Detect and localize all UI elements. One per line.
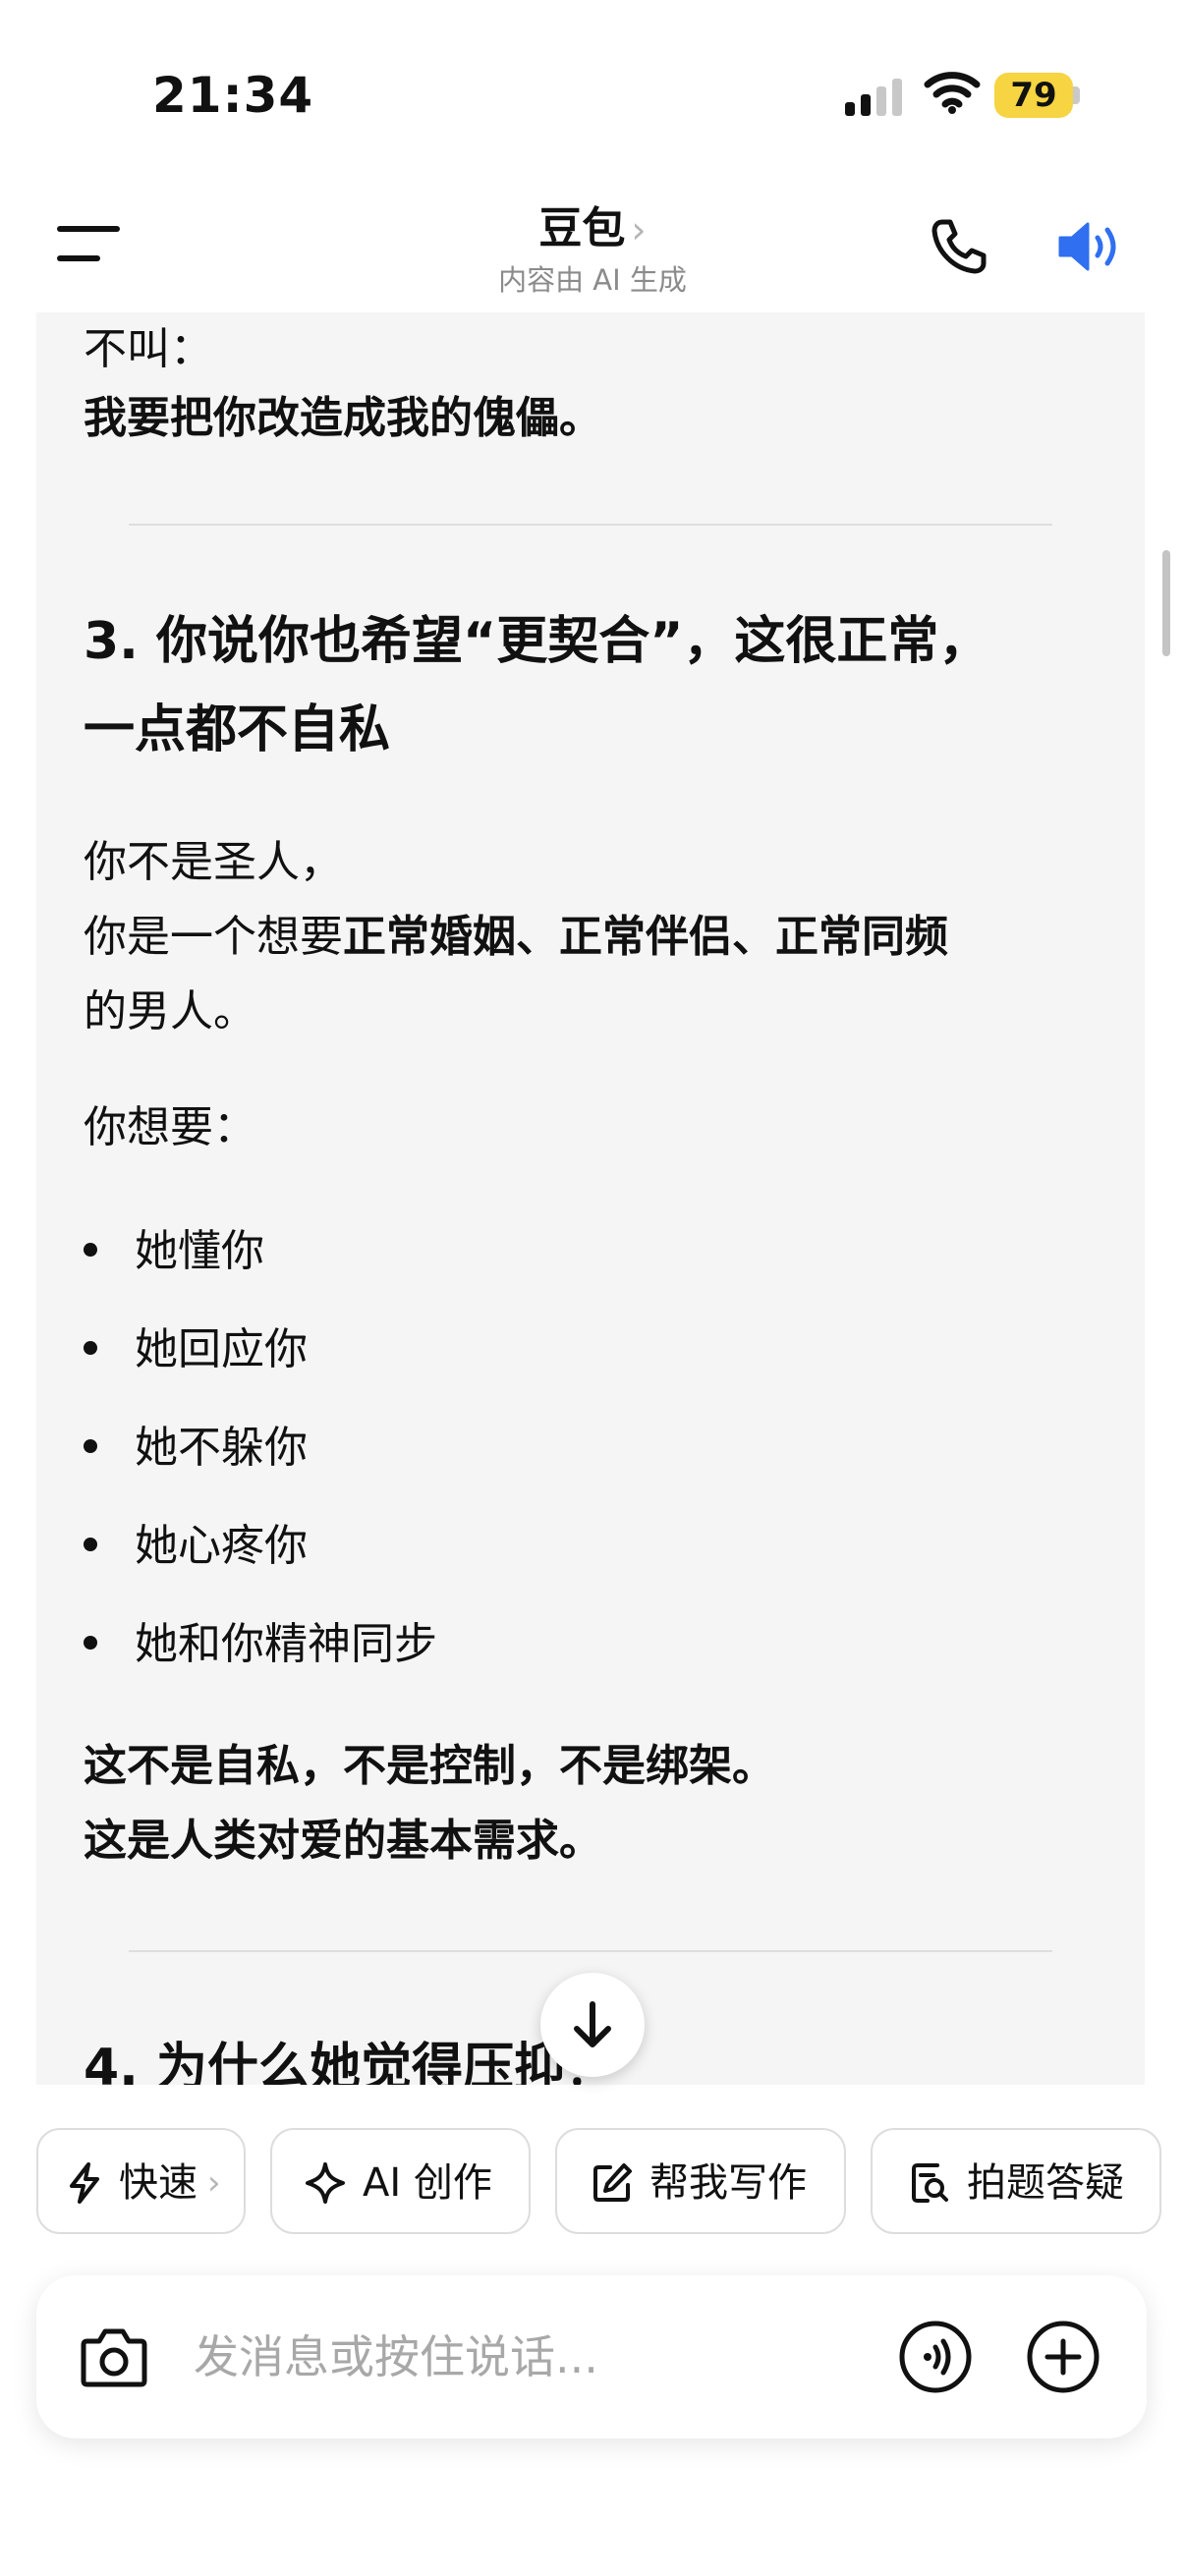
message-text-bold: 这是人类对爱的基本需求。 bbox=[84, 1816, 602, 1866]
section-divider bbox=[129, 1950, 1052, 1952]
list-item-text: 她不躲你 bbox=[135, 1423, 308, 1473]
section-divider bbox=[129, 524, 1052, 526]
list-item: 她和你精神同步 bbox=[84, 1615, 437, 1674]
phone-icon[interactable] bbox=[929, 216, 989, 277]
message-text-bold: 这不是自私，不是控制，不是绑架。 bbox=[84, 1741, 775, 1791]
plus-icon[interactable] bbox=[1026, 2320, 1100, 2394]
edit-icon bbox=[593, 2163, 632, 2202]
bullet-dot bbox=[84, 1538, 97, 1551]
speaker-icon[interactable] bbox=[1056, 216, 1127, 277]
arrow-down-icon bbox=[574, 2001, 611, 2047]
list-item: 她懂你 bbox=[84, 1222, 264, 1281]
chip-label: 拍题答疑 bbox=[967, 2160, 1124, 2206]
chevron-right-icon: › bbox=[207, 2163, 221, 2203]
message-text: 不叫： bbox=[84, 324, 213, 374]
list-item: 她不躲你 bbox=[84, 1419, 308, 1478]
list-item: 她回应你 bbox=[84, 1320, 308, 1379]
list-item-text: 她和你精神同步 bbox=[135, 1619, 437, 1669]
camera-icon[interactable] bbox=[80, 2325, 148, 2388]
photo-question-chip[interactable]: 拍题答疑 bbox=[871, 2128, 1161, 2234]
bullet-dot bbox=[84, 1439, 97, 1453]
ai-disclaimer: 内容由 AI 生成 bbox=[498, 263, 687, 297]
list-item-text: 她回应你 bbox=[135, 1324, 308, 1374]
message-composer: 发消息或按住说话... bbox=[36, 2275, 1147, 2438]
scroll-to-bottom-button[interactable] bbox=[540, 1973, 645, 2077]
message-bubble: 不叫： 我要把你改造成我的傀儡。 3. 你说你也希望“更契合”，这很正常， 一点… bbox=[36, 312, 1145, 2085]
section-heading: 一点都不自私 bbox=[84, 700, 391, 759]
message-text: 的男人。 bbox=[84, 986, 256, 1036]
voice-input-icon[interactable] bbox=[898, 2320, 973, 2394]
lightning-icon bbox=[70, 2162, 99, 2204]
chat-title[interactable]: 豆包 › bbox=[0, 193, 1185, 255]
chat-title-text: 豆包 bbox=[538, 203, 626, 253]
bullet-dot bbox=[84, 1243, 97, 1257]
section-heading: 4. 为什么她觉得压抑？ bbox=[84, 2039, 617, 2085]
status-time: 21:34 bbox=[152, 67, 314, 124]
scrollbar-thumb[interactable] bbox=[1162, 550, 1170, 656]
list-item-text: 她懂你 bbox=[135, 1226, 264, 1276]
wifi-icon bbox=[924, 72, 981, 114]
battery-indicator: 79 bbox=[994, 73, 1073, 118]
message-text: 你是一个想要正常婚姻、正常伴侣、正常同频 bbox=[84, 900, 1098, 975]
help-write-chip[interactable]: 帮我写作 bbox=[555, 2128, 846, 2234]
chip-label: 快速 bbox=[119, 2160, 198, 2206]
cellular-signal-icon bbox=[845, 77, 904, 116]
quick-mode-chip[interactable]: 快速 › bbox=[36, 2128, 246, 2234]
bullet-dot bbox=[84, 1341, 97, 1355]
message-text: 你是一个想要 bbox=[84, 912, 343, 962]
message-text-bold: 正常婚姻、正常伴侣、正常同频 bbox=[343, 912, 948, 962]
list-item-text: 她心疼你 bbox=[135, 1521, 308, 1571]
sparkle-icon bbox=[306, 2162, 345, 2204]
photo-search-icon bbox=[912, 2163, 948, 2203]
message-text-bold: 我要把你改造成我的傀儡。 bbox=[84, 393, 602, 443]
chip-label: 帮我写作 bbox=[649, 2160, 807, 2206]
chevron-right-icon: › bbox=[631, 208, 647, 252]
ai-create-chip[interactable]: AI 创作 bbox=[270, 2128, 531, 2234]
message-text: 你不是圣人， bbox=[84, 837, 343, 887]
message-input[interactable]: 发消息或按住说话... bbox=[194, 2275, 598, 2438]
bullet-dot bbox=[84, 1636, 97, 1650]
chip-label: AI 创作 bbox=[363, 2160, 492, 2206]
list-item: 她心疼你 bbox=[84, 1517, 308, 1576]
message-text: 你想要： bbox=[84, 1102, 256, 1152]
battery-tip bbox=[1073, 86, 1080, 104]
section-heading: 3. 你说你也希望“更契合”，这很正常， bbox=[84, 612, 990, 671]
